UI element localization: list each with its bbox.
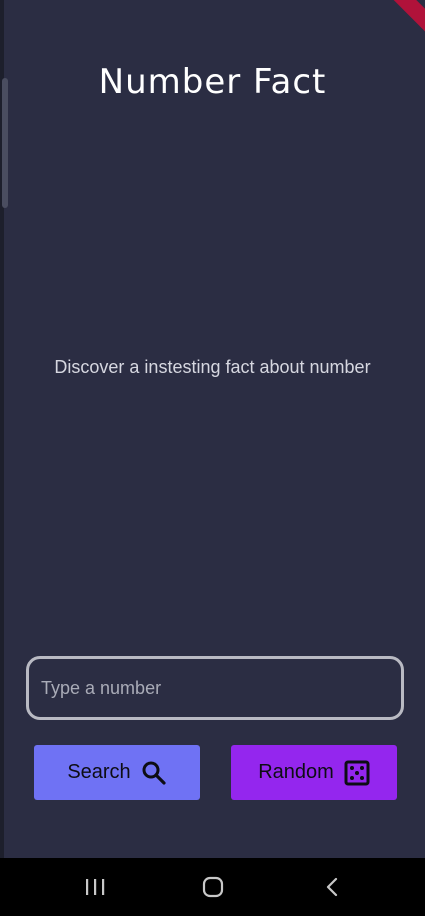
- recents-icon[interactable]: [80, 874, 110, 900]
- fact-text: Discover a instesting fact about number: [54, 357, 371, 377]
- number-input[interactable]: [26, 656, 404, 720]
- app-screen: Number Fact Discover a instesting fact a…: [0, 0, 425, 916]
- dice-icon: [344, 760, 370, 786]
- random-button-label: Random: [258, 761, 334, 783]
- home-icon[interactable]: [198, 874, 228, 900]
- search-button[interactable]: Search: [34, 745, 200, 800]
- debug-banner: [373, 0, 425, 36]
- search-button-label: Search: [67, 761, 131, 783]
- random-button[interactable]: Random: [231, 745, 397, 800]
- back-icon[interactable]: [317, 874, 347, 900]
- page-title: Number Fact: [98, 62, 327, 102]
- system-nav-bar: [0, 858, 425, 916]
- search-icon: [141, 760, 167, 786]
